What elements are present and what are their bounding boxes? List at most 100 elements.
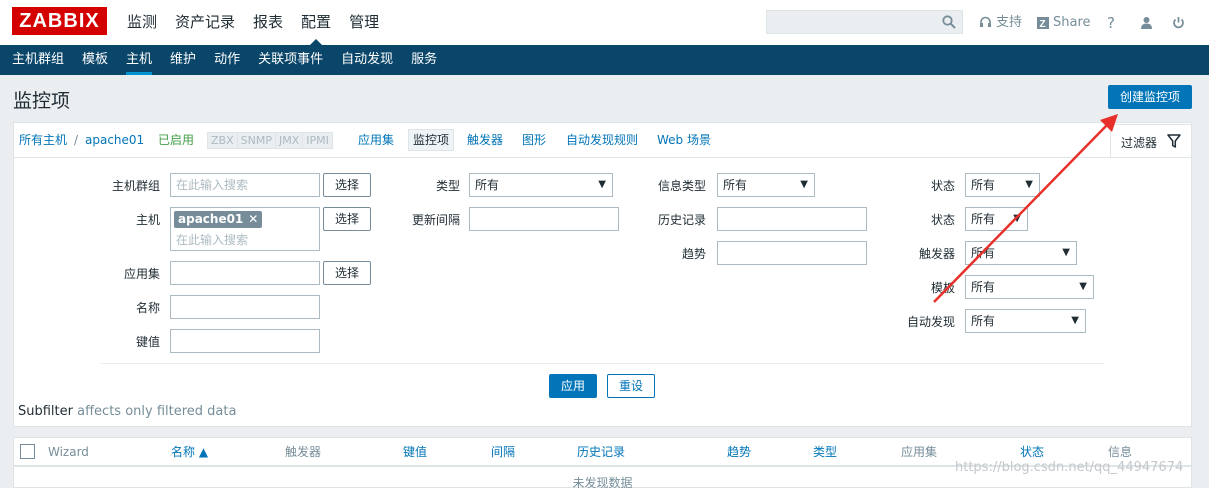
tab-triggers[interactable]: 触发器 <box>467 123 503 157</box>
filter-icon <box>1167 134 1181 148</box>
host-status[interactable]: 已启用 <box>158 123 194 157</box>
menu-inventory[interactable]: 资产记录 <box>166 0 244 45</box>
availability-jmx: JMX <box>275 133 304 148</box>
availability-zbx: ZBX <box>208 133 238 148</box>
search-input[interactable] <box>767 11 937 33</box>
column-trends[interactable]: 趋势 <box>727 438 751 466</box>
menu-reports[interactable]: 报表 <box>244 0 292 45</box>
availability-indicators: ZBX SNMP JMX IPMI <box>207 132 333 149</box>
triggers-label: 触发器 <box>918 247 955 261</box>
host-group-select-button[interactable]: 选择 <box>323 173 371 197</box>
application-label: 应用集 <box>123 267 160 281</box>
history-label: 历史记录 <box>657 213 706 227</box>
history-input[interactable] <box>717 207 867 231</box>
help-icon[interactable]: ? <box>1107 0 1115 45</box>
tab-web-scenarios[interactable]: Web 场景 <box>657 123 711 157</box>
host-multiselect[interactable]: apache01 ✕ 在此输入搜索 <box>170 207 320 251</box>
host-navigation: 所有主机 / apache01 已启用 ZBX SNMP JMX IPMI 应用… <box>13 122 1192 157</box>
signout-button[interactable] <box>1172 0 1185 45</box>
info-type-label: 信息类型 <box>657 179 706 193</box>
tab-items[interactable]: 监控项 <box>408 129 455 151</box>
submenu-services[interactable]: 服务 <box>402 45 446 75</box>
menu-administration[interactable]: 管理 <box>340 0 388 45</box>
zabbix-logo[interactable]: ZABBIX <box>12 7 107 35</box>
column-triggers: 触发器 <box>285 445 322 459</box>
tab-applications[interactable]: 应用集 <box>358 123 394 157</box>
column-name[interactable]: 名称 ▲ <box>171 438 208 466</box>
column-history[interactable]: 历史记录 <box>577 438 625 466</box>
host-group-input[interactable]: 在此输入搜索 <box>170 173 320 197</box>
key-input[interactable] <box>170 329 320 353</box>
status-select[interactable]: 所有 ▼ <box>965 207 1028 231</box>
type-value: 所有 <box>475 178 500 192</box>
name-input[interactable] <box>170 295 320 319</box>
state-value: 所有 <box>971 178 996 192</box>
remove-chip-icon[interactable]: ✕ <box>248 212 258 226</box>
subfilter: Subfilter affects only filtered data <box>18 404 236 419</box>
tab-discovery-rules[interactable]: 自动发现规则 <box>566 123 638 157</box>
chevron-down-icon: ▼ <box>800 179 808 190</box>
type-select[interactable]: 所有 ▼ <box>469 173 613 197</box>
host-search-placeholder: 在此输入搜索 <box>176 233 249 247</box>
select-all-checkbox[interactable] <box>20 444 35 459</box>
application-select-button[interactable]: 选择 <box>323 261 371 285</box>
host-group-label: 主机群组 <box>111 179 160 193</box>
update-interval-input[interactable] <box>469 207 619 231</box>
breadcrumb-host[interactable]: apache01 <box>85 123 144 157</box>
application-input[interactable] <box>170 261 320 285</box>
template-select[interactable]: 所有 ▼ <box>965 275 1094 299</box>
trends-input[interactable] <box>717 241 867 265</box>
state-select[interactable]: 所有 ▼ <box>965 173 1040 197</box>
no-data-message: 未发现数据 <box>572 476 633 488</box>
support-link[interactable]: 支持 <box>979 0 1022 45</box>
share-label: Share <box>1053 14 1091 30</box>
share-link[interactable]: Z Share <box>1037 0 1091 45</box>
breadcrumb-separator: / <box>74 133 79 147</box>
chevron-down-icon: ▼ <box>1071 315 1079 326</box>
breadcrumb-all-hosts[interactable]: 所有主机 <box>19 123 67 157</box>
column-type[interactable]: 类型 <box>813 438 837 466</box>
headset-icon <box>980 16 991 27</box>
trends-label: 趋势 <box>681 247 706 261</box>
sub-menu: 主机群组 模板 主机 维护 动作 关联项事件 自动发现 服务 <box>0 45 1209 75</box>
tab-graphs[interactable]: 图形 <box>522 123 546 157</box>
search-icon[interactable] <box>942 15 956 29</box>
profile-button[interactable] <box>1140 0 1153 45</box>
host-select-button[interactable]: 选择 <box>323 207 371 231</box>
submenu-hosts[interactable]: 主机 <box>117 45 161 75</box>
column-key[interactable]: 键值 <box>403 438 427 466</box>
discovery-label: 自动发现 <box>906 315 955 329</box>
host-chip[interactable]: apache01 ✕ <box>174 211 263 228</box>
subfilter-note: affects only filtered data <box>77 404 237 419</box>
search-field[interactable] <box>766 10 963 34</box>
discovery-select[interactable]: 所有 ▼ <box>965 309 1086 333</box>
info-type-select[interactable]: 所有 ▼ <box>717 173 815 197</box>
column-interval[interactable]: 间隔 <box>491 438 515 466</box>
triggers-select[interactable]: 所有 ▼ <box>965 241 1077 265</box>
create-item-button[interactable]: 创建监控项 <box>1108 85 1192 109</box>
top-header: ZABBIX 监测 资产记录 报表 配置 管理 支持 Z Share ? <box>0 0 1209 45</box>
share-icon: Z <box>1037 16 1049 29</box>
main-menu: 监测 资产记录 报表 配置 管理 <box>118 0 388 45</box>
template-value: 所有 <box>971 280 996 294</box>
menu-configuration[interactable]: 配置 <box>292 0 340 45</box>
chevron-down-icon: ▼ <box>1025 179 1033 190</box>
key-label: 键值 <box>135 335 160 349</box>
support-label: 支持 <box>996 14 1023 30</box>
power-icon <box>1173 17 1184 29</box>
reset-button[interactable]: 重设 <box>607 374 655 398</box>
filter-tab[interactable]: 过滤器 <box>1110 124 1192 158</box>
submenu-templates[interactable]: 模板 <box>73 45 117 75</box>
submenu-discovery[interactable]: 自动发现 <box>332 45 402 75</box>
type-label: 类型 <box>435 179 460 193</box>
svg-text:Z: Z <box>1040 19 1046 29</box>
submenu-correlation[interactable]: 关联项事件 <box>249 45 332 75</box>
submenu-actions[interactable]: 动作 <box>205 45 249 75</box>
submenu-maintenance[interactable]: 维护 <box>161 45 205 75</box>
status-value: 所有 <box>971 212 996 226</box>
submenu-host-groups[interactable]: 主机群组 <box>3 45 73 75</box>
update-interval-label: 更新间隔 <box>411 213 460 227</box>
page-title: 监控项 <box>13 90 71 112</box>
menu-monitoring[interactable]: 监测 <box>118 0 166 45</box>
apply-button[interactable]: 应用 <box>549 374 597 398</box>
